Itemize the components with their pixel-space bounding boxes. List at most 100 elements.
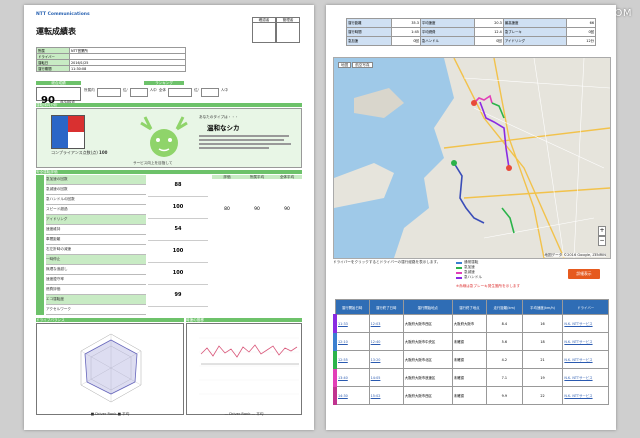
eval-score: 88: [148, 175, 208, 197]
driver-type-name: 温和なシカ: [207, 124, 240, 132]
compliance-label: コンプライアンス点数(点) 100: [51, 150, 108, 155]
route-header: 運行開始日時: [334, 299, 370, 315]
map-copyright: 地図データ ©2016 Google, ZENRIN: [544, 252, 606, 257]
summary-value: 1:45: [391, 27, 421, 37]
speed-trend-header: 時速の推移: [186, 318, 302, 323]
ranking-label: ランキング: [144, 81, 184, 86]
tab-map[interactable]: 地図: [338, 62, 352, 69]
avg-score: 80: [224, 207, 230, 213]
route-header: 運行終了日時: [368, 299, 404, 315]
route-cell-start[interactable]: 12:10: [332, 332, 370, 351]
section-driver-type: 運転傾向分析: [36, 103, 302, 108]
summary-label: 平均速度: [419, 18, 476, 28]
map-type-tabs: 地図 航空写真: [338, 62, 373, 69]
speed-legend: — Driver Rank — 平均: [224, 412, 264, 416]
summary-value: 0回: [474, 36, 504, 46]
route-cell-start[interactable]: 13:40: [332, 368, 370, 387]
route-row[interactable]: 13:40 14:05 大阪府大阪市浪速区 未確認 7.1 19 N.K. NTTサービス: [332, 368, 609, 387]
route-cell-to: 未確認: [451, 332, 487, 351]
speed-chart-panel: — Driver Rank — 平均: [186, 323, 302, 416]
route-cell-start[interactable]: 14:30: [332, 386, 370, 405]
route-cell-km: 8.4: [485, 314, 523, 333]
ranking-row: 所属内 位/ 人中 全体 位/ 人中: [84, 88, 252, 98]
route-cell-end[interactable]: 13:20: [368, 350, 404, 369]
eval-row-label: 燃費評価: [46, 285, 146, 295]
driver-type-prefix: あなたのタイプは・・・: [199, 115, 239, 119]
route-cell-speed: 16: [521, 314, 564, 333]
summary-label: 平均燃費: [419, 27, 476, 37]
route-cell-from: 大阪府大阪市北区: [402, 350, 453, 369]
route-cell-to: 未確認: [451, 368, 487, 387]
route-cell-from: 大阪府大阪市中央区: [402, 332, 453, 351]
route-cell-end[interactable]: 12:40: [368, 332, 404, 351]
eval-row-label: 速度遵守率: [46, 275, 146, 285]
route-cell-driver[interactable]: N.K. NTTサービス: [562, 368, 609, 387]
route-cell-end[interactable]: 14:05: [368, 368, 404, 387]
eval-row-label: 急加速の回数: [46, 175, 146, 185]
type-matrix: [51, 115, 85, 149]
map-note: ドライバーをクリックするとドライバーの運行経路を表示します。: [333, 260, 441, 264]
summary-value: 35.3: [391, 18, 421, 28]
route-header-row: 運行開始日時 運行終了日時 運行開始地点 運行終了地点 走行距離(km) 平均速度(km/…: [334, 299, 609, 315]
route-map[interactable]: 地図 航空写真 + − 地図データ ©2016 Google, ZENRIN: [333, 57, 611, 259]
route-cell-km: 4.2: [485, 350, 523, 369]
route-row[interactable]: 11:33 12:03 大阪府大阪市西区 大阪府大阪市 8.4 16 N.K. NTTサービ…: [332, 314, 609, 333]
route-header: 運行開始地点: [402, 299, 453, 315]
summary-label: 急加速: [345, 36, 393, 46]
eval-score: 99: [148, 285, 208, 307]
route-cell-speed: 22: [521, 386, 564, 405]
route-row[interactable]: 12:55 13:20 大阪府大阪市北区 未確認 4.2 21 N.K. NTTサービス: [332, 350, 609, 369]
route-header: ドライバー: [562, 299, 609, 315]
route-cell-end[interactable]: 12:03: [368, 314, 404, 333]
route-cell-to: 大阪府大阪市: [451, 314, 487, 333]
route-cell-km: 9.9: [485, 386, 523, 405]
eval-side-bar: [36, 175, 44, 315]
route-report-page: 運行距離 35.3 平均速度 20.3 最高速度 66 運行時間 1:45 平均燃費 12.4 急ブ…: [326, 5, 616, 430]
summary-value: 20.3: [474, 18, 504, 28]
deer-illustration: [140, 116, 188, 157]
route-cell-speed: 18: [521, 332, 564, 351]
route-row[interactable]: 12:10 12:40 大阪府大阪市中央区 未確認 5.6 18 N.K. NTTサービス: [332, 332, 609, 351]
summary-label: アイドリング: [502, 36, 567, 46]
summary-label: 運行時間: [345, 27, 393, 37]
map-canvas: [334, 58, 610, 258]
overall-score: 90 点/100点: [36, 87, 81, 106]
eval-row-label: スピード超過: [46, 205, 146, 215]
summary-table: 運行距離 35.3 平均速度 20.3 最高速度 66 運行時間 1:45 平均燃費 12.4 急ブ…: [345, 18, 597, 46]
legend-swatch: [456, 276, 462, 279]
speed-line-chart: [199, 337, 299, 395]
zoom-in-button[interactable]: +: [598, 226, 606, 236]
route-cell-driver[interactable]: N.K. NTTサービス: [562, 386, 609, 405]
legend-swatch: [456, 271, 462, 274]
eval-row-label: 急減速の回数: [46, 185, 146, 195]
eval-row-label: 一時停止: [46, 255, 146, 265]
eval-score: 100: [148, 241, 208, 263]
company-logo: NTT Communications: [36, 12, 90, 17]
route-cell-end[interactable]: 15:02: [368, 386, 404, 405]
detail-button[interactable]: 詳細表示: [568, 269, 600, 279]
summary-row: 運行時間 1:45 平均燃費 12.4 急ブレーキ 0回: [345, 27, 597, 37]
warning-note: ※赤線は急ブレーキ発生箇所を示します: [456, 284, 521, 288]
summary-value: 66: [565, 18, 597, 28]
route-row[interactable]: 14:30 15:02 大阪府大阪市西区 未確認 9.9 22 N.K. NTTサービス: [332, 386, 609, 405]
route-cell-driver[interactable]: N.K. NTTサービス: [562, 350, 609, 369]
tab-satellite[interactable]: 航空写真: [352, 62, 373, 69]
eval-row-label: アイドリング: [46, 215, 146, 225]
route-header: 運行終了地点: [451, 299, 487, 315]
eval-row-label: アクセルワーク: [46, 305, 146, 315]
radar-chart-panel: ■ Driver Rank ■ 平均: [36, 323, 184, 416]
route-cell-to: 未確認: [451, 350, 487, 369]
eval-row-label: 速度維持: [46, 225, 146, 235]
eval-score: 100: [148, 197, 208, 219]
summary-row: 急加速 0回 急ハンドル 0回 アイドリング 12分: [345, 36, 597, 46]
route-cell-driver[interactable]: N.K. NTTサービス: [562, 332, 609, 351]
route-cell-driver[interactable]: N.K. NTTサービス: [562, 314, 609, 333]
route-cell-start[interactable]: 12:55: [332, 350, 370, 369]
summary-label: 最高速度: [502, 18, 567, 28]
summary-label: 運行距離: [345, 18, 393, 28]
route-cell-from: 大阪府大阪市西区: [402, 314, 453, 333]
route-cell-from: 大阪府大阪市浪速区: [402, 368, 453, 387]
info-table: 所属 NTT営業所 ドライバー 運転日 2016/1/25 運行期間 11:30:08: [36, 47, 186, 72]
zoom-out-button[interactable]: −: [598, 236, 606, 246]
route-cell-start[interactable]: 11:33: [332, 314, 370, 333]
